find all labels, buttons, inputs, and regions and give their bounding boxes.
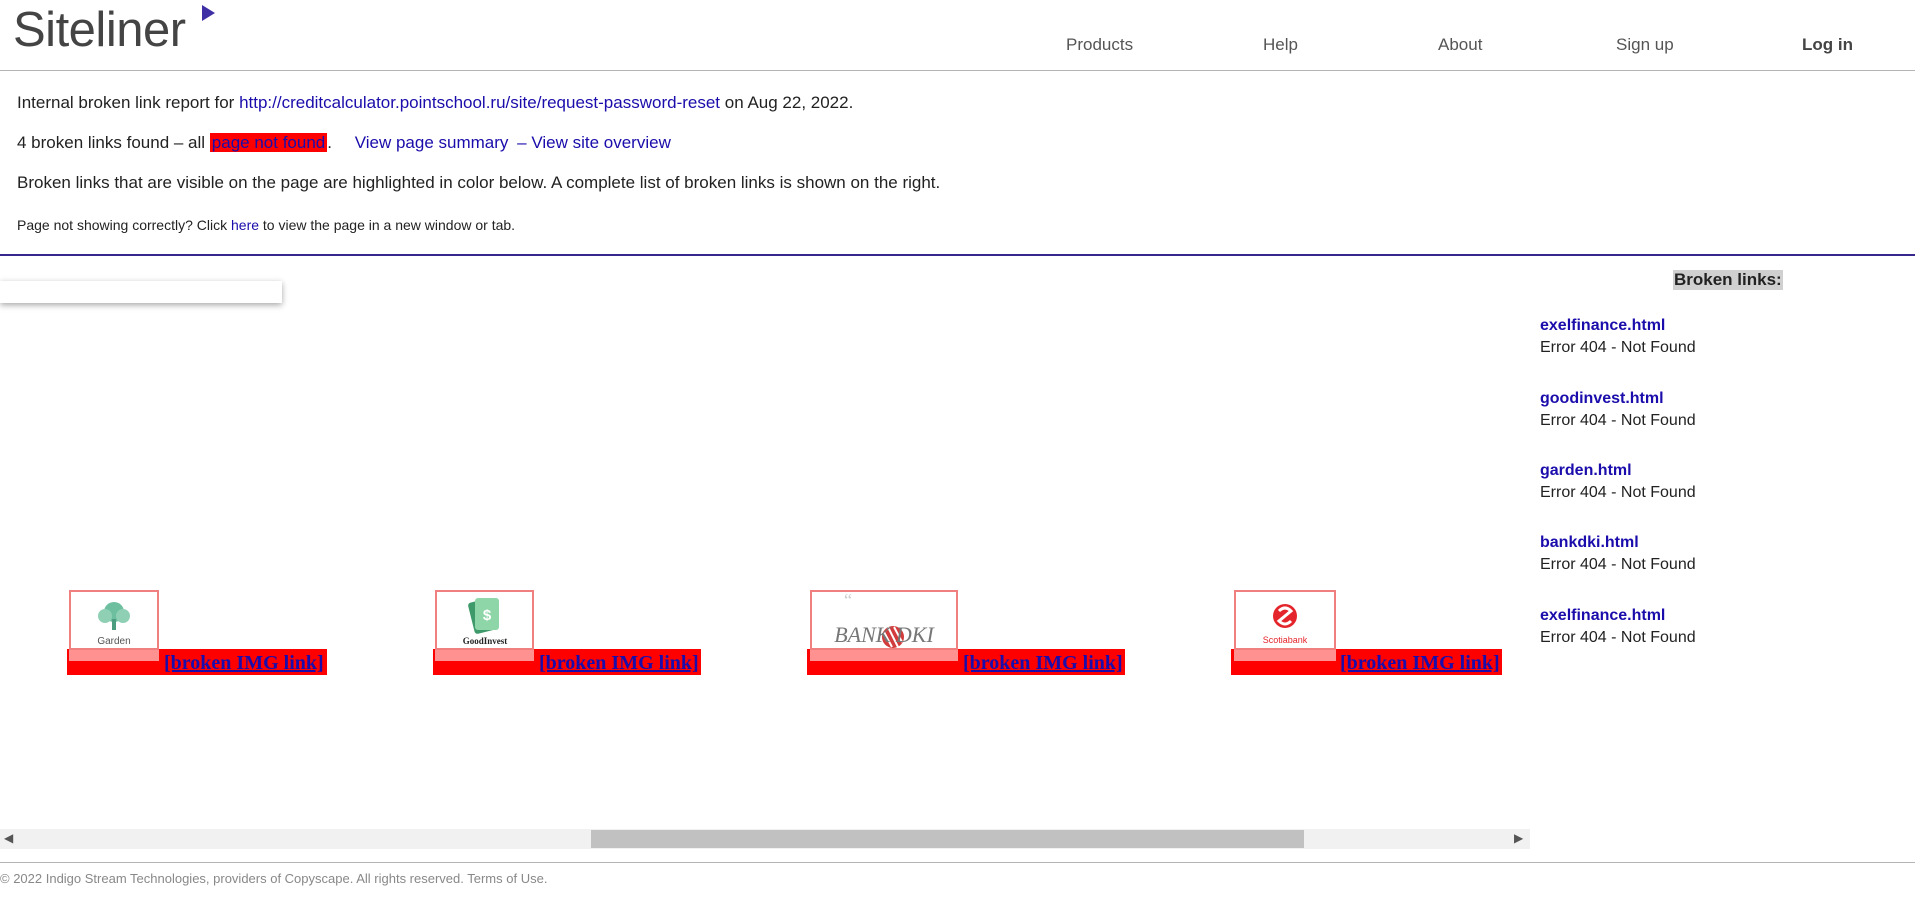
broken-link-error: Error 404 - Not Found — [1540, 484, 1696, 501]
incorrect-prefix: Page not showing correctly? Click — [17, 217, 231, 233]
page-not-found-highlight[interactable]: page not found — [209, 133, 328, 152]
here-link[interactable]: here — [231, 217, 259, 233]
broken-link-name[interactable]: exelfinance.html — [1540, 607, 1696, 625]
broken-link-name[interactable]: bankdki.html — [1540, 534, 1696, 552]
footer-divider — [0, 862, 1915, 863]
broken-img-link-scotiabank[interactable]: [broken IMG link] — [1340, 652, 1500, 675]
site-logo[interactable]: Siteliner — [13, 2, 186, 58]
broken-link-name[interactable]: garden.html — [1540, 462, 1696, 480]
nav-about[interactable]: About — [1438, 35, 1482, 55]
incorrect-suffix: to view the page in a new window or tab. — [259, 217, 516, 233]
broken-count-line: 4 broken links found – all page not foun… — [17, 133, 671, 153]
goodinvest-logo-text: GoodInvest — [463, 636, 508, 646]
bank-dki-icon: “ BANK DKI — [834, 592, 935, 648]
scotiabank-icon: Scotiabank — [1263, 604, 1308, 645]
view-site-overview-link[interactable]: – View site overview — [517, 133, 671, 152]
view-page-summary-link[interactable]: View page summary — [355, 133, 509, 152]
broken-img-link-goodinvest[interactable]: [broken IMG link] — [539, 652, 699, 675]
report-intro: Internal broken link report for http://c… — [17, 93, 853, 113]
nav-log-in[interactable]: Log in — [1802, 35, 1853, 55]
card-overlay — [810, 650, 958, 661]
money-icon: $ GoodInvest — [463, 598, 508, 646]
broken-link-error: Error 404 - Not Found — [1540, 339, 1696, 356]
broken-link-name[interactable]: goodinvest.html — [1540, 390, 1696, 408]
svg-text:$: $ — [483, 607, 492, 624]
report-date: on Aug 22, 2022. — [720, 93, 854, 112]
page-preview: Garden [broken IMG link] $ GoodInvest [b… — [0, 257, 1530, 827]
broken-link-entry: exelfinance.html Error 404 - Not Found — [1540, 607, 1696, 647]
highlight-period: . — [327, 133, 332, 152]
broken-link-error: Error 404 - Not Found — [1540, 629, 1696, 646]
broken-img-link-garden[interactable]: [broken IMG link] — [164, 652, 324, 675]
broken-link-entry: garden.html Error 404 - Not Found — [1540, 462, 1696, 502]
logo-flag-icon — [202, 5, 215, 21]
card-overlay — [69, 650, 159, 661]
card-overlay — [435, 650, 534, 661]
nav-help[interactable]: Help — [1263, 35, 1298, 55]
broken-img-link-bankdki[interactable]: [broken IMG link] — [963, 652, 1123, 675]
visible-note: Broken links that are visible on the pag… — [17, 173, 941, 192]
preview-horizontal-scrollbar[interactable]: ◀ ▶ — [0, 829, 1530, 849]
garden-logo-text: Garden — [97, 636, 130, 647]
preview-top-bar — [0, 281, 282, 303]
incorrect-display-note: Page not showing correctly? Click here t… — [17, 217, 515, 233]
broken-link-entry: goodinvest.html Error 404 - Not Found — [1540, 390, 1696, 430]
svg-text:“: “ — [844, 592, 852, 610]
bankdki-logo-text: BANK DKI — [834, 622, 935, 647]
card-overlay — [1234, 650, 1336, 661]
scotiabank-logo-text: Scotiabank — [1263, 635, 1308, 645]
broken-link-name[interactable]: exelfinance.html — [1540, 317, 1696, 335]
bankdki-logo-card[interactable]: “ BANK DKI — [810, 590, 958, 650]
scroll-left-arrow-icon[interactable]: ◀ — [4, 831, 13, 845]
footer-copyright: © 2022 Indigo Stream Technologies, provi… — [0, 871, 548, 886]
report-divider — [0, 254, 1915, 256]
tree-icon: Garden — [97, 602, 131, 647]
broken-link-entry: bankdki.html Error 404 - Not Found — [1540, 534, 1696, 574]
broken-link-error: Error 404 - Not Found — [1540, 556, 1696, 573]
nav-sign-up[interactable]: Sign up — [1616, 35, 1674, 55]
site-header: Siteliner Products Help About Sign up Lo… — [0, 0, 1915, 71]
report-url-link[interactable]: http://creditcalculator.pointschool.ru/s… — [239, 93, 720, 112]
nav-products[interactable]: Products — [1066, 35, 1133, 55]
broken-link-error: Error 404 - Not Found — [1540, 412, 1696, 429]
scrollbar-thumb[interactable] — [591, 830, 1304, 848]
broken-count-text: 4 broken links found – all — [17, 133, 210, 152]
broken-links-title: Broken links: — [1673, 270, 1783, 290]
broken-link-entry: exelfinance.html Error 404 - Not Found — [1540, 317, 1696, 357]
scroll-right-arrow-icon[interactable]: ▶ — [1514, 831, 1523, 845]
garden-logo-card[interactable]: Garden — [69, 590, 159, 650]
report-intro-prefix: Internal broken link report for — [17, 93, 240, 112]
scotiabank-logo-card[interactable]: Scotiabank — [1234, 590, 1336, 650]
goodinvest-logo-card[interactable]: $ GoodInvest — [435, 590, 534, 650]
